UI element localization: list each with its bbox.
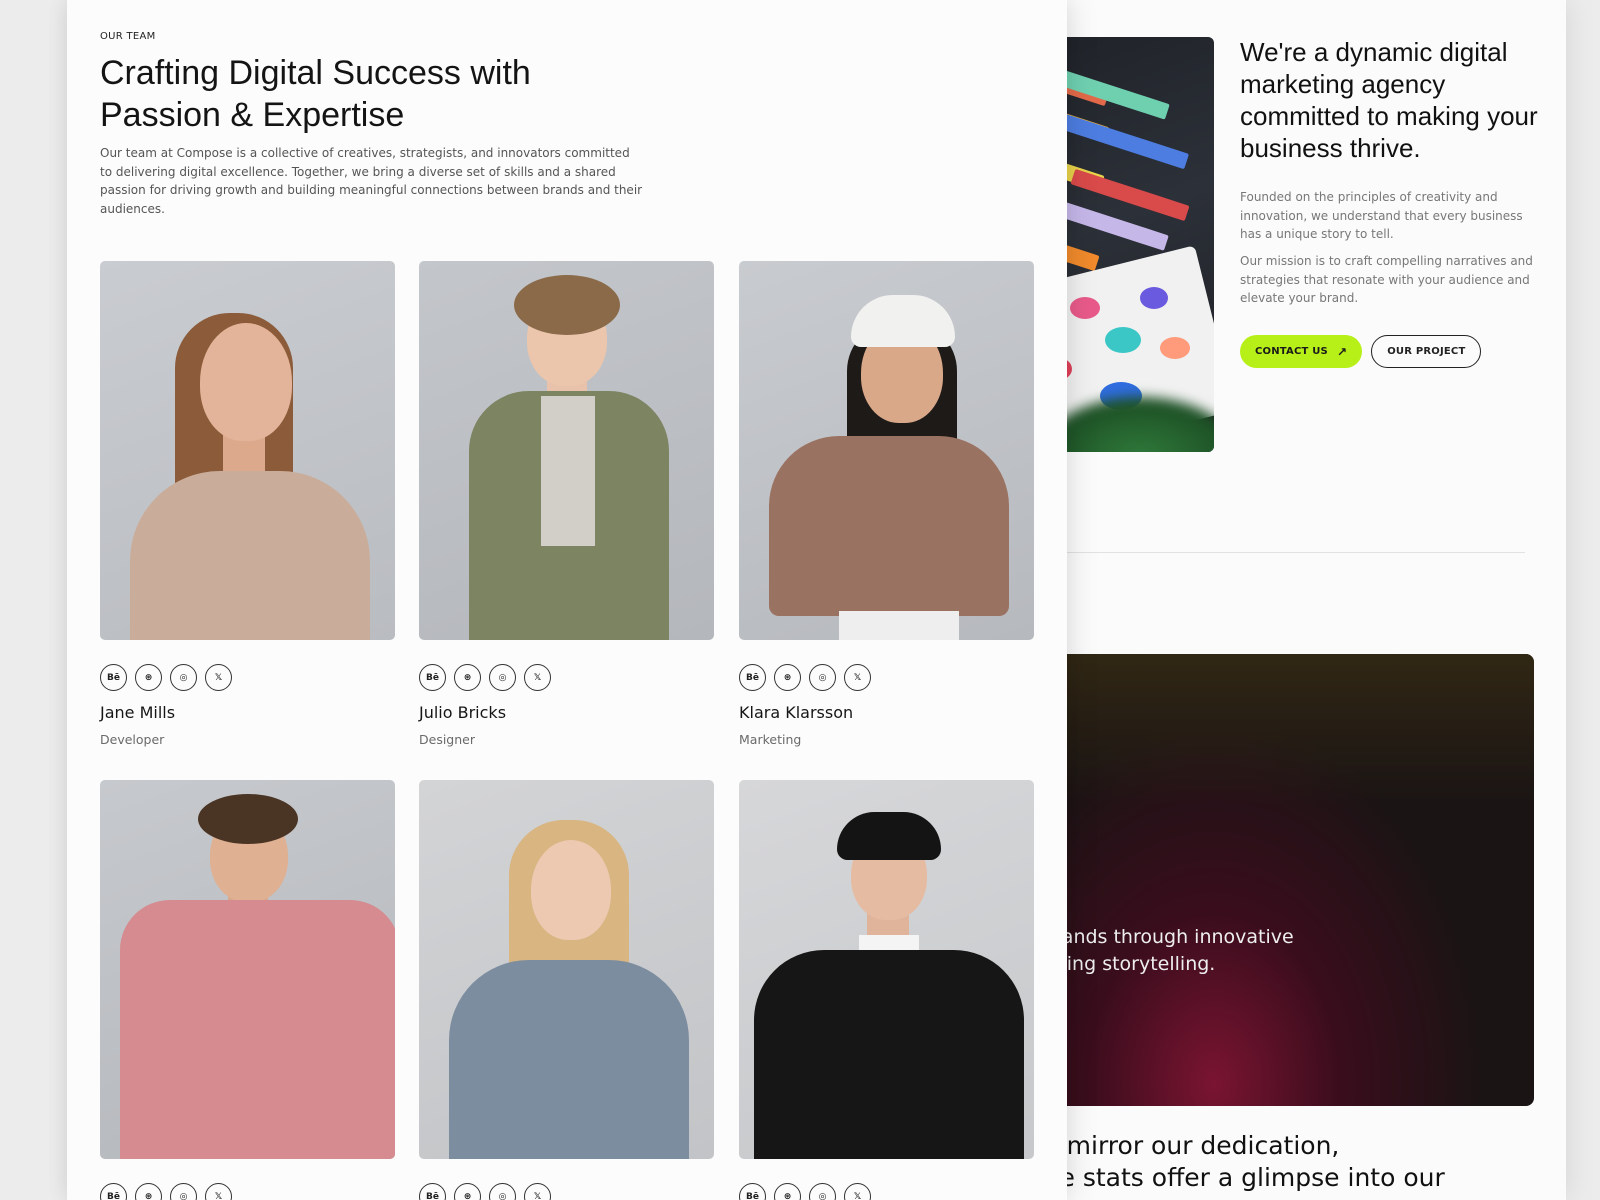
about-paragraph: Founded on the principles of creativity … [1240, 190, 1523, 241]
about-actions: CONTACT US ↗ OUR PROJECT [1240, 335, 1482, 368]
member-photo [739, 261, 1034, 640]
instagram-icon[interactable]: ◎ [170, 664, 197, 691]
dribbble-icon[interactable]: ⊛ [774, 664, 801, 691]
member-photo [100, 780, 395, 1159]
member-photo [419, 261, 714, 640]
behance-icon[interactable]: Bē [100, 1183, 127, 1200]
team-heading: Crafting Digital Success with Passion & … [100, 54, 531, 134]
x-icon[interactable]: 𝕏 [205, 1183, 232, 1200]
member-role: Marketing [739, 732, 802, 747]
contact-us-button[interactable]: CONTACT US ↗ [1240, 335, 1363, 368]
video-card[interactable]: rms brands through innovative aptivating… [1000, 654, 1534, 1106]
social-links: Bē ⊛ ◎ 𝕏 [100, 664, 232, 691]
instagram-icon[interactable]: ◎ [809, 664, 836, 691]
stats-text: that mirror our dedication, These stats … [1000, 1131, 1445, 1192]
about-page: We're a dynamic digital marketing agency… [1000, 0, 1566, 1200]
behance-icon[interactable]: Bē [739, 664, 766, 691]
about-heading: We're a dynamic digital marketing agency… [1240, 37, 1538, 163]
member-name: Jane Mills [100, 703, 176, 722]
our-project-label: OUR PROJECT [1387, 346, 1466, 357]
dribbble-icon[interactable]: ⊛ [135, 664, 162, 691]
instagram-icon[interactable]: ◎ [170, 1183, 197, 1200]
member-name: Klara Klarsson [739, 703, 854, 722]
arrow-up-right-icon: ↗ [1336, 344, 1348, 359]
team-intro: Our team at Compose is a collective of c… [100, 146, 643, 216]
dribbble-icon[interactable]: ⊛ [135, 1183, 162, 1200]
dribbble-icon[interactable]: ⊛ [454, 664, 481, 691]
x-icon[interactable]: 𝕏 [844, 1183, 871, 1200]
dribbble-icon[interactable]: ⊛ [774, 1183, 801, 1200]
member-role: Designer [419, 732, 475, 747]
video-caption: rms brands through innovative aptivating… [1000, 926, 1294, 975]
contact-us-label: CONTACT US [1255, 346, 1328, 357]
member-photo [739, 780, 1034, 1159]
behance-icon[interactable]: Bē [100, 664, 127, 691]
instagram-icon[interactable]: ◎ [489, 664, 516, 691]
x-icon[interactable]: 𝕏 [524, 1183, 551, 1200]
our-project-button[interactable]: OUR PROJECT [1371, 335, 1482, 368]
member-photo [419, 780, 714, 1159]
social-links: Bē ⊛ ◎ 𝕏 [419, 1183, 551, 1200]
x-icon[interactable]: 𝕏 [844, 664, 871, 691]
social-links: Bē ⊛ ◎ 𝕏 [100, 1183, 232, 1200]
section-divider [1000, 552, 1525, 553]
behance-icon[interactable]: Bē [419, 664, 446, 691]
social-links: Bē ⊛ ◎ 𝕏 [419, 664, 551, 691]
x-icon[interactable]: 𝕏 [524, 664, 551, 691]
section-eyebrow: OUR TEAM [100, 31, 156, 42]
social-links: Bē ⊛ ◎ 𝕏 [739, 1183, 871, 1200]
member-name: Julio Bricks [419, 703, 507, 722]
behance-icon[interactable]: Bē [739, 1183, 766, 1200]
member-role: Developer [100, 732, 165, 747]
member-photo [100, 261, 395, 640]
mission-paragraph: Our mission is to craft compelling narra… [1240, 254, 1533, 305]
x-icon[interactable]: 𝕏 [205, 664, 232, 691]
team-page: OUR TEAM Crafting Digital Success with P… [67, 0, 1067, 1200]
social-links: Bē ⊛ ◎ 𝕏 [739, 664, 871, 691]
dribbble-icon[interactable]: ⊛ [454, 1183, 481, 1200]
instagram-icon[interactable]: ◎ [809, 1183, 836, 1200]
instagram-icon[interactable]: ◎ [489, 1183, 516, 1200]
behance-icon[interactable]: Bē [419, 1183, 446, 1200]
